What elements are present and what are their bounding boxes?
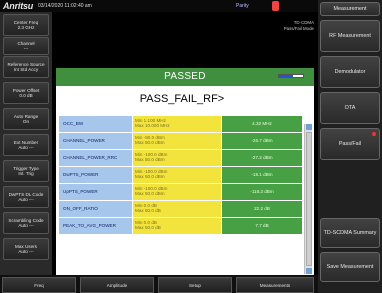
test-result: -118.3 dBm: [222, 184, 302, 200]
info-line-mode: Pass/Fail Mode: [283, 25, 314, 31]
channel-key[interactable]: Channel ---: [3, 37, 49, 55]
ota-button[interactable]: OTA: [320, 92, 380, 124]
anritsu-logo: Anritsu: [3, 1, 34, 11]
dwpts-dl-code-key[interactable]: DwPTS DL Code Auto ---: [3, 186, 49, 208]
table-row[interactable]: UpPTS_POWER Min -100.0 dBm Max 50.0 dBm -11…: [59, 184, 302, 200]
scroll-thumb[interactable]: [306, 132, 312, 266]
rf-measurement-button[interactable]: RF Measurement: [320, 20, 380, 52]
table-row[interactable]: PEAK_TO_AVG_POWER Min 0.0 dB Max 50.0 dB 7.…: [59, 218, 302, 234]
table-scrollbar[interactable]: [304, 124, 312, 274]
pass-fail-button[interactable]: Pass/Fail: [320, 128, 380, 160]
ext-number-key[interactable]: Ext Number Auto ---: [3, 134, 49, 156]
test-result: 7.7 dB: [222, 218, 302, 234]
table-row[interactable]: ON_OFF_RATIO Min 0.0 dB Max 50.0 dB 22.2 dB: [59, 201, 302, 217]
measurement-menu-title: Measurement: [320, 2, 380, 16]
results-table: OCC_BW Min 1.100 MHz Max 10.000 MHz 4.32 MH…: [59, 116, 302, 235]
table-row[interactable]: CHANNEL_POWER_RRC Min -100.0 dBm Max 50.0 …: [59, 150, 302, 166]
alert-icon: [272, 1, 279, 11]
auto-range-key[interactable]: Auto Range On: [3, 108, 49, 130]
tab-setup[interactable]: Setup: [158, 277, 232, 293]
test-name: CHANNEL_POWER_RRC: [59, 150, 132, 166]
key-value: Auto ---: [18, 197, 34, 202]
active-indicator-icon: [372, 132, 376, 136]
info-panel: TD-CDMA Pass/Fail Mode: [284, 20, 314, 31]
save-measurement-button[interactable]: Save Measurement: [320, 252, 380, 282]
progress-bar: [278, 74, 304, 78]
key-value: On: [22, 119, 30, 124]
scroll-down-arrow[interactable]: [306, 268, 312, 274]
key-value: 0.0 dB: [19, 93, 33, 98]
test-limits: Min -100.0 dBm Max 50.0 dBm: [133, 167, 221, 183]
test-limits: Min 1.100 MHz Max 10.000 MHz: [133, 116, 221, 132]
key-value: Auto ---: [18, 223, 34, 228]
left-menu: Center Freq 2.3 GHz Channel --- Reference …: [0, 12, 52, 275]
trigger-type-key[interactable]: Trigger Type Int. Trig: [3, 160, 49, 182]
tab-amplitude[interactable]: Amplitude: [80, 277, 154, 293]
datetime-readout: 03/14/2020 11:02:40 am: [38, 3, 92, 9]
key-value: Int Std Accy: [13, 67, 39, 72]
table-row[interactable]: DwPTS_POWER Min -100.0 dBm Max 50.0 dBm -18…: [59, 167, 302, 183]
test-limits: Min -100.0 dBm Max 50.0 dBm: [133, 150, 221, 166]
bottom-tab-bar: Freq Amplitude Setup Measurements: [0, 275, 318, 293]
main-display: TD-CDMA Pass/Fail Mode PASSED PASS_FAIL_…: [52, 12, 318, 275]
right-menu: Measurement RF Measurement Demodulator O…: [318, 0, 382, 293]
result-banner: PASSED: [56, 68, 314, 86]
test-name: DwPTS_POWER: [59, 167, 132, 183]
tab-freq[interactable]: Freq: [2, 277, 76, 293]
test-name: UpPTS_POWER: [59, 184, 132, 200]
test-limits: Min -100.0 dBm Max 50.0 dBm: [133, 184, 221, 200]
test-result: 22.2 dB: [222, 201, 302, 217]
table-row[interactable]: CHANNEL_POWER Min -80.0 dBm Max 50.0 dBm -2…: [59, 133, 302, 149]
demodulator-button[interactable]: Demodulator: [320, 56, 380, 88]
td-scdma-summary-button[interactable]: TD-SCDMA Summary: [320, 218, 380, 248]
test-result: -18.1 dBm: [222, 167, 302, 183]
test-limits: Min 0.0 dB Max 50.0 dB: [133, 218, 221, 234]
tab-measurements[interactable]: Measurements: [236, 277, 314, 293]
results-panel: PASS_FAIL_RF> OCC_BW Min 1.100 MHz Max 10.…: [56, 86, 314, 275]
center-freq-key[interactable]: Center Freq 2.3 GHz: [3, 14, 49, 36]
key-value: Auto ---: [18, 145, 34, 150]
scroll-up-arrow[interactable]: [306, 124, 312, 130]
key-value: ---: [23, 46, 29, 51]
test-result: -26.7 dBm: [222, 133, 302, 149]
key-value: 2.3 GHz: [17, 25, 35, 30]
reference-source-key[interactable]: Reference Source Int Std Accy: [3, 56, 49, 78]
test-limits: Min -80.0 dBm Max 50.0 dBm: [133, 133, 221, 149]
key-value: Auto ---: [18, 249, 34, 254]
pass-fail-label: Pass/Fail: [338, 140, 362, 147]
progress-bar-fill: [279, 75, 294, 77]
test-name: CHANNEL_POWER: [59, 133, 132, 149]
max-users-key[interactable]: Max Users Auto ---: [3, 238, 49, 260]
key-value: Int. Trig: [18, 171, 34, 176]
test-name: PEAK_TO_AVG_POWER: [59, 218, 132, 234]
test-result: -27.2 dBm: [222, 150, 302, 166]
mode-label: Parity: [236, 3, 249, 9]
table-row[interactable]: OCC_BW Min 1.100 MHz Max 10.000 MHz 4.32 MH…: [59, 116, 302, 132]
pass-fail-title: PASS_FAIL_RF>: [139, 93, 225, 105]
test-name: ON_OFF_RATIO: [59, 201, 132, 217]
test-result: 4.32 MHz: [222, 116, 302, 132]
power-offset-key[interactable]: Power Offset 0.0 dB: [3, 82, 49, 104]
scrambling-code-key[interactable]: Scrambling Code Auto ---: [3, 212, 49, 234]
test-limits: Min 0.0 dB Max 50.0 dB: [133, 201, 221, 217]
test-name: OCC_BW: [59, 116, 132, 132]
